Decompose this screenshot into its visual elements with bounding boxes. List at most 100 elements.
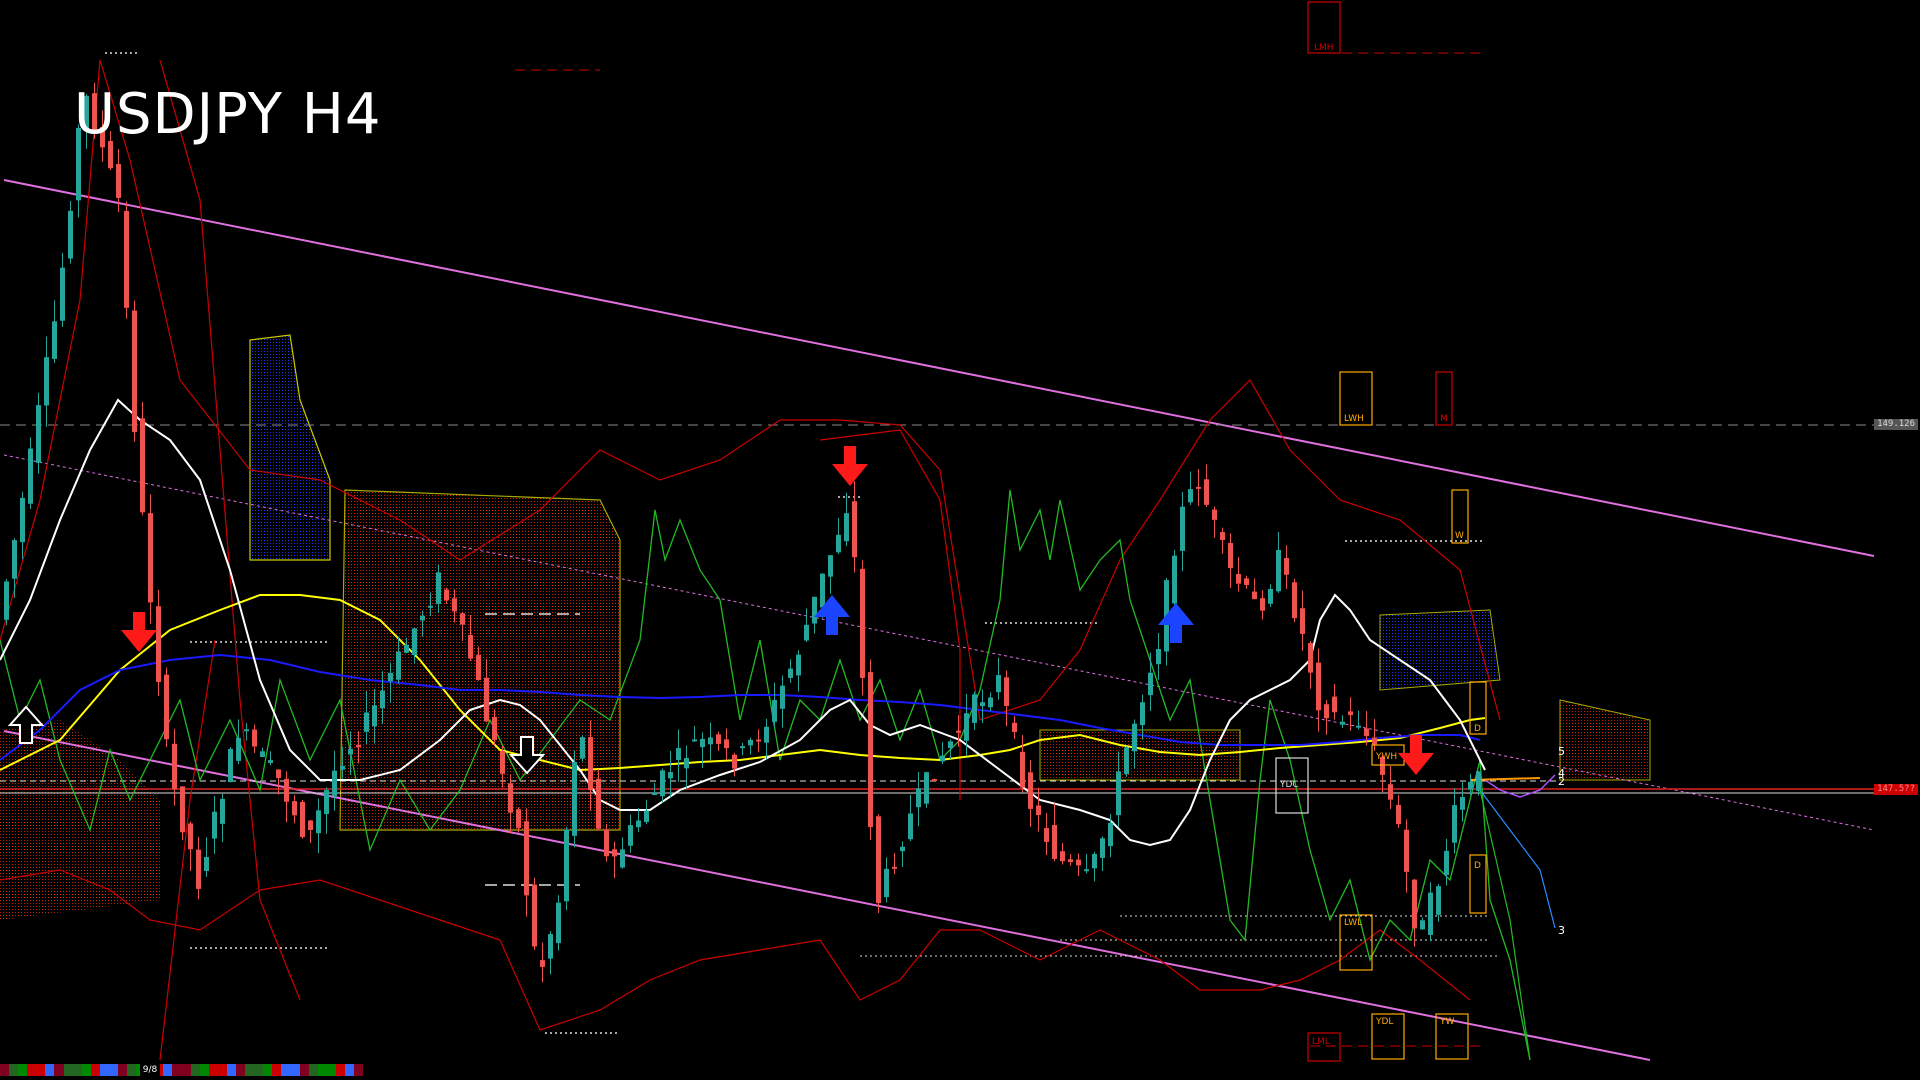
- candle-body: [1252, 591, 1257, 600]
- candle-body: [1180, 506, 1185, 551]
- candle-body: [1332, 696, 1337, 713]
- label-lmh: LMH: [1314, 43, 1334, 53]
- label-yw: YW: [1439, 1017, 1454, 1027]
- label-ydl: YDL: [1375, 1017, 1393, 1027]
- candle-body: [212, 811, 217, 839]
- candle-body: [412, 628, 417, 656]
- label-d2: D: [1474, 861, 1481, 871]
- candle-body: [508, 783, 513, 813]
- candle-body: [436, 572, 441, 604]
- channel-lines: [3, 179, 1875, 1061]
- status-swatch: [236, 1064, 246, 1076]
- status-swatch: [199, 1064, 209, 1076]
- candle-body: [188, 823, 193, 850]
- status-swatch: [163, 1064, 173, 1076]
- candle-body: [1116, 771, 1121, 816]
- candle-body: [1188, 489, 1193, 503]
- candle-body: [764, 726, 769, 743]
- candle-body: [340, 765, 345, 770]
- candle-body: [796, 654, 801, 676]
- label-w: W: [1455, 531, 1464, 541]
- candle-body: [1108, 822, 1113, 847]
- candle-body: [1348, 711, 1353, 716]
- candle-body: [980, 702, 985, 707]
- candle-body: [892, 866, 897, 869]
- candle-body: [1244, 578, 1249, 585]
- status-swatch: [9, 1064, 19, 1076]
- candle-body: [36, 405, 41, 463]
- candle-body: [300, 801, 305, 838]
- candle-body: [124, 210, 129, 308]
- candle-body: [1388, 784, 1393, 800]
- candle-body: [284, 778, 289, 802]
- candle-body: [1308, 643, 1313, 673]
- candle-body: [1428, 892, 1433, 935]
- candle-body: [1196, 486, 1201, 489]
- cloud-bull-region: [1379, 609, 1501, 691]
- candle-body: [356, 745, 361, 748]
- status-swatch: [90, 1064, 100, 1076]
- status-swatch: [344, 1064, 355, 1076]
- status-swatch: [317, 1064, 327, 1076]
- candle-body: [860, 568, 865, 678]
- candle-body: [1460, 797, 1465, 810]
- price-chart[interactable]: LMH LWH M W D YWH YDC D LWL YDL YW LML 5…: [0, 0, 1920, 1080]
- cloud-bear-region: [0, 720, 160, 920]
- candle-body: [1124, 747, 1129, 774]
- candle-body: [1404, 829, 1409, 872]
- buy-arrow-icon: [814, 595, 850, 635]
- candle-body: [468, 634, 473, 659]
- candle-body: [404, 644, 409, 653]
- candle-body: [940, 755, 945, 762]
- candle-body: [1228, 542, 1233, 569]
- candle-body: [220, 798, 225, 824]
- candle-body: [1444, 850, 1449, 875]
- candle-body: [732, 754, 737, 769]
- level-box-labels: LMH LWH M W D YWH YDC D LWL YDL YW LML: [1279, 43, 1481, 1047]
- label-ywh: YWH: [1375, 752, 1397, 762]
- status-swatch: [335, 1064, 345, 1076]
- candle-body: [916, 788, 921, 808]
- label-d: D: [1474, 724, 1481, 734]
- candle-body: [756, 739, 761, 742]
- candle-body: [484, 677, 489, 722]
- candle-body: [1212, 509, 1217, 520]
- candle-body: [228, 748, 233, 783]
- candle-body: [1220, 532, 1225, 541]
- candle-body: [772, 700, 777, 722]
- cloud-bear-region: [1559, 699, 1651, 781]
- candle-body: [1356, 725, 1361, 728]
- projection-lines: [1479, 789, 1556, 1061]
- candle-body: [932, 779, 937, 782]
- candle-body: [1268, 588, 1273, 604]
- status-swatch: [263, 1064, 273, 1076]
- status-swatch: [0, 1064, 10, 1076]
- ma-blue: [0, 653, 1481, 761]
- candle-body: [644, 810, 649, 823]
- candle-body: [828, 555, 833, 577]
- candle-body: [716, 734, 721, 744]
- candle-body: [884, 868, 889, 898]
- candle-body: [604, 829, 609, 857]
- candle-body: [380, 690, 385, 709]
- wave-label-2: 2: [1558, 775, 1565, 788]
- candle-body: [1068, 859, 1073, 863]
- status-swatch: [290, 1064, 300, 1076]
- candle-body: [420, 615, 425, 621]
- candle-body: [612, 849, 617, 857]
- label-ydc: YDC: [1279, 780, 1299, 790]
- candle-body: [724, 739, 729, 749]
- cloud-layer: [0, 334, 1651, 920]
- candle-body: [1148, 672, 1153, 696]
- candle-body: [900, 846, 905, 852]
- candle-body: [1092, 853, 1097, 869]
- candle-body: [1436, 886, 1441, 915]
- candle-body: [428, 605, 433, 608]
- candle-body: [652, 793, 657, 796]
- candle-body: [1292, 582, 1297, 619]
- candle-body: [276, 769, 281, 778]
- candle-body: [660, 770, 665, 797]
- status-swatch: [190, 1064, 200, 1076]
- candle-body: [804, 624, 809, 641]
- cloud-bull-region: [249, 334, 331, 561]
